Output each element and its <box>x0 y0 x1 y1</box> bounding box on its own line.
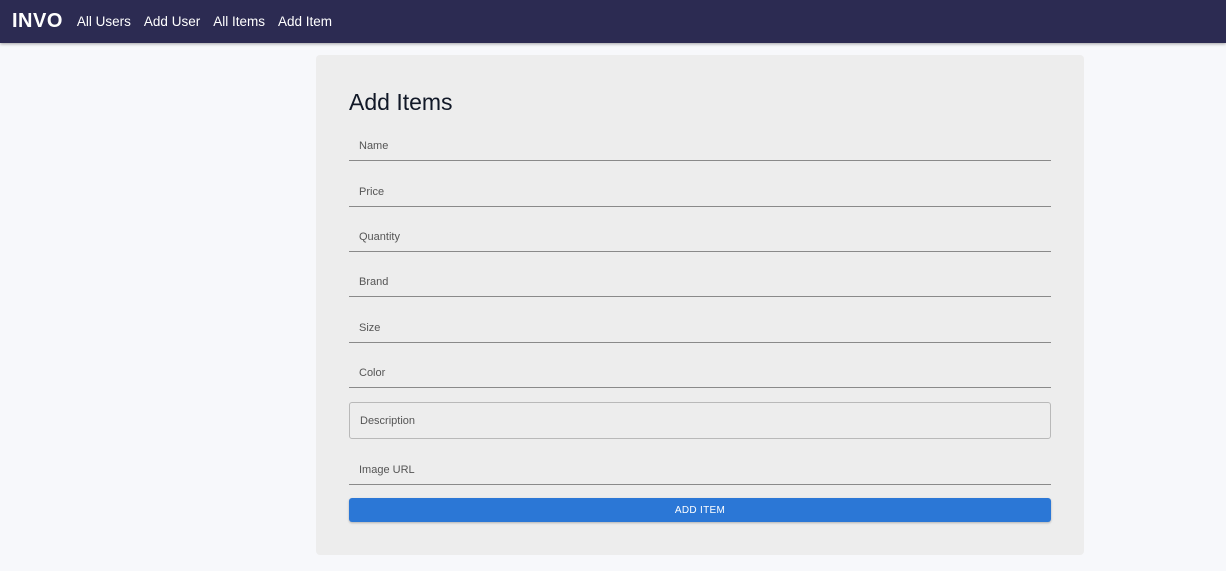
add-item-button[interactable]: ADD ITEM <box>349 498 1051 522</box>
color-input[interactable] <box>349 358 1051 387</box>
page-title: Add Items <box>349 89 453 115</box>
nav-link-add-user[interactable]: Add User <box>144 14 200 29</box>
quantity-field-wrapper <box>349 222 1051 252</box>
size-input[interactable] <box>349 313 1051 342</box>
brand-input[interactable] <box>349 267 1051 296</box>
size-field-wrapper <box>349 313 1051 343</box>
name-field-wrapper <box>349 131 1051 161</box>
description-input[interactable] <box>350 403 1050 438</box>
name-input[interactable] <box>349 131 1051 160</box>
top-navbar: INVO All Users Add User All Items Add It… <box>0 0 1226 43</box>
brand-logo[interactable]: INVO <box>12 10 63 33</box>
color-field-wrapper <box>349 358 1051 388</box>
nav-link-all-users[interactable]: All Users <box>77 14 131 29</box>
price-input[interactable] <box>349 177 1051 206</box>
price-field-wrapper <box>349 177 1051 207</box>
image-url-field-wrapper <box>349 455 1051 485</box>
description-field-wrapper <box>349 402 1051 439</box>
nav-link-add-item[interactable]: Add Item <box>278 14 332 29</box>
image-url-input[interactable] <box>349 455 1051 484</box>
add-item-form-card: Add Items ADD ITEM <box>316 55 1084 555</box>
quantity-input[interactable] <box>349 222 1051 251</box>
brand-field-wrapper <box>349 267 1051 297</box>
nav-link-all-items[interactable]: All Items <box>213 14 265 29</box>
